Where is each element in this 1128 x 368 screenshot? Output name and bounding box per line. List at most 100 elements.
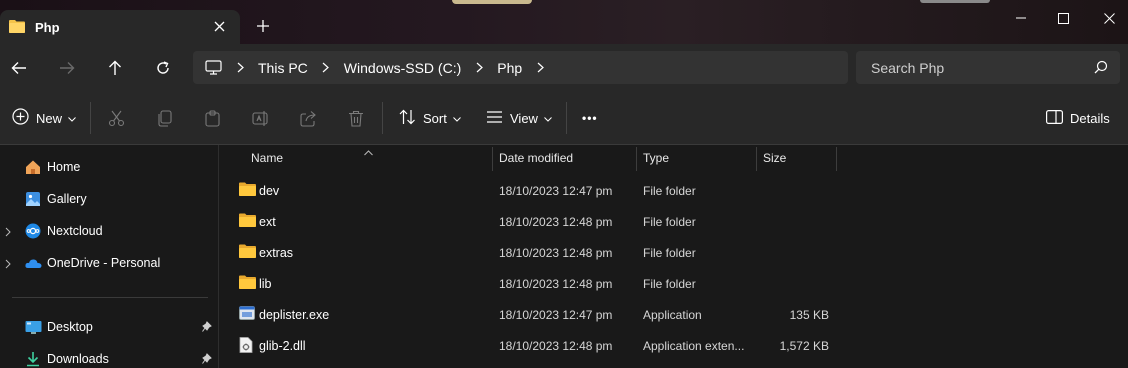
file-list[interactable]: Name Date modified Type Size dev 18/10/2… <box>220 145 1128 368</box>
column-header-date[interactable]: Date modified <box>499 145 573 171</box>
table-row[interactable]: extras 18/10/2023 12:48 pm File folder <box>220 237 1128 268</box>
exe-icon <box>239 306 255 322</box>
chevron-right-icon[interactable] <box>5 226 11 240</box>
new-label: New <box>36 110 63 126</box>
new-button[interactable]: New <box>12 107 76 129</box>
divider <box>90 102 91 134</box>
rename-icon[interactable] <box>252 107 270 129</box>
sidebar-item-home[interactable]: Home <box>0 153 219 181</box>
more-options-button[interactable]: ••• <box>582 107 598 129</box>
forward-arrow-icon[interactable] <box>56 57 78 79</box>
breadcrumb-this-pc[interactable]: This PC <box>258 60 308 76</box>
address-bar[interactable]: This PC Windows-SSD (C:) Php <box>193 51 848 84</box>
table-row[interactable]: ext 18/10/2023 12:48 pm File folder <box>220 206 1128 237</box>
column-header-name[interactable]: Name <box>251 145 283 171</box>
main-content: Home Gallery Nextcloud OneDrive - Person… <box>0 145 1128 368</box>
maximize-icon[interactable] <box>1053 8 1073 28</box>
divider <box>12 297 208 298</box>
this-pc-icon[interactable] <box>205 60 222 75</box>
dll-icon <box>239 337 255 353</box>
folder-icon <box>239 275 256 291</box>
share-icon[interactable] <box>300 107 317 129</box>
breadcrumb-windows-ssd[interactable]: Windows-SSD (C:) <box>344 60 461 76</box>
chevron-right-icon[interactable] <box>474 62 484 74</box>
file-name[interactable]: glib-2.dll <box>259 339 306 353</box>
back-arrow-icon[interactable] <box>8 57 30 79</box>
chevron-right-icon[interactable] <box>321 62 331 74</box>
sidebar-item-downloads[interactable]: Downloads <box>0 345 219 368</box>
sidebar-item-label: Home <box>47 160 81 174</box>
file-name[interactable]: extras <box>259 246 293 260</box>
table-row[interactable]: lib 18/10/2023 12:48 pm File folder <box>220 268 1128 299</box>
onedrive-icon <box>25 255 42 271</box>
sidebar-item-label: Nextcloud <box>47 224 103 238</box>
file-name[interactable]: dev <box>259 184 279 198</box>
folder-icon <box>239 213 256 229</box>
column-divider[interactable] <box>756 147 757 171</box>
column-header-type[interactable]: Type <box>643 145 669 171</box>
column-divider[interactable] <box>836 147 837 171</box>
file-name[interactable]: ext <box>259 215 276 229</box>
navigation-bar: This PC Windows-SSD (C:) Php Search Php <box>0 44 1128 92</box>
file-size: 135 KB <box>789 308 829 322</box>
home-icon <box>25 159 41 175</box>
sidebar-item-nextcloud[interactable]: Nextcloud <box>0 217 219 245</box>
copy-icon[interactable] <box>156 107 173 129</box>
file-size: 1,572 KB <box>779 339 829 353</box>
pin-icon[interactable] <box>202 353 212 367</box>
refresh-icon[interactable] <box>152 57 174 79</box>
tab-title: Php <box>35 19 60 35</box>
file-type: File folder <box>643 246 696 260</box>
sidebar-item-label: Downloads <box>47 352 109 366</box>
file-date: 18/10/2023 12:48 pm <box>499 215 613 229</box>
chevron-down-icon <box>68 111 76 125</box>
file-name[interactable]: deplister.exe <box>259 308 329 322</box>
file-date: 18/10/2023 12:48 pm <box>499 246 613 260</box>
folder-icon <box>239 244 256 260</box>
column-divider[interactable] <box>636 147 637 171</box>
search-placeholder[interactable]: Search Php <box>871 60 944 76</box>
breadcrumb-php[interactable]: Php <box>497 60 522 76</box>
pin-icon[interactable] <box>202 321 212 335</box>
new-tab-button[interactable] <box>254 17 272 35</box>
folder-icon <box>239 182 256 198</box>
close-window-icon[interactable] <box>1099 8 1119 28</box>
chevron-down-icon <box>452 111 461 125</box>
view-list-icon <box>486 110 503 127</box>
sort-button[interactable]: Sort <box>399 107 461 129</box>
plus-circle-icon <box>12 108 29 128</box>
column-header-size[interactable]: Size <box>763 145 786 171</box>
file-type: File folder <box>643 215 696 229</box>
chevron-right-icon[interactable] <box>535 62 545 74</box>
sidebar-item-gallery[interactable]: Gallery <box>0 185 219 213</box>
table-row[interactable]: deplister.exe 18/10/2023 12:47 pm Applic… <box>220 299 1128 330</box>
file-name[interactable]: lib <box>259 277 272 291</box>
search-icon[interactable] <box>1094 60 1108 77</box>
cut-icon[interactable] <box>108 107 125 129</box>
details-button[interactable]: Details <box>1046 107 1110 129</box>
sidebar-item-label: Gallery <box>47 192 87 206</box>
view-button[interactable]: View <box>486 107 552 129</box>
file-type: File folder <box>643 184 696 198</box>
delete-icon[interactable] <box>348 107 364 129</box>
sidebar-item-onedrive[interactable]: OneDrive - Personal <box>0 249 219 277</box>
sidebar-item-label: OneDrive - Personal <box>47 256 161 270</box>
wallpaper-glow <box>452 0 532 4</box>
close-tab-icon[interactable] <box>210 17 228 35</box>
table-row[interactable]: glib-2.dll 18/10/2023 12:48 pm Applicati… <box>220 330 1128 361</box>
minimize-icon[interactable] <box>1011 8 1031 28</box>
search-box[interactable]: Search Php <box>856 51 1120 84</box>
sidebar-item-desktop[interactable]: Desktop <box>0 313 219 341</box>
column-divider[interactable] <box>492 147 493 171</box>
file-type: Application <box>643 308 702 322</box>
chevron-right-icon[interactable] <box>5 258 11 272</box>
table-row[interactable]: dev 18/10/2023 12:47 pm File folder <box>220 175 1128 206</box>
file-type: File folder <box>643 277 696 291</box>
up-arrow-icon[interactable] <box>104 57 126 79</box>
navigation-pane[interactable]: Home Gallery Nextcloud OneDrive - Person… <box>0 145 219 368</box>
tab-php[interactable]: Php <box>0 10 240 44</box>
chevron-right-icon[interactable] <box>235 62 245 74</box>
sidebar-item-label: Desktop <box>47 320 93 334</box>
gallery-icon <box>25 191 41 207</box>
paste-icon[interactable] <box>204 107 221 129</box>
